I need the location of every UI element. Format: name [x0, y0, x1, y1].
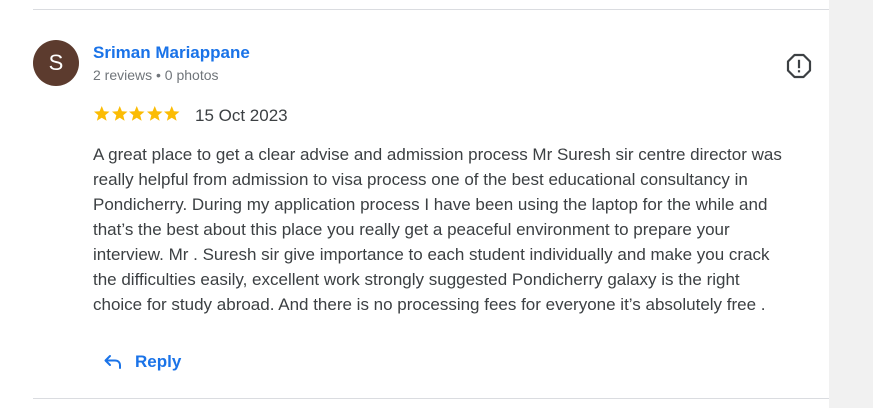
reply-arrow-icon — [104, 355, 121, 369]
review-text-line: the difficulties easily, excellent work … — [93, 270, 740, 289]
star-rating — [93, 105, 181, 122]
star-icon — [164, 106, 180, 121]
review-text: A great place to get a clear advise and … — [93, 142, 833, 317]
review-text-line: choice for study abroad. And there is no… — [93, 295, 766, 314]
review-text-line: Pondicherry. During my application proce… — [93, 195, 768, 214]
avatar[interactable]: S — [33, 40, 79, 86]
review-date: 15 Oct 2023 — [195, 106, 288, 125]
review-text-line: interview. Mr . Suresh sir give importan… — [93, 245, 770, 264]
bottom-divider — [33, 398, 829, 399]
review-text-line: really helpful from admission to visa pr… — [93, 170, 748, 189]
review-text-line: that’s the best about this place you rea… — [93, 220, 730, 239]
star-icon — [94, 106, 110, 121]
star-icon — [129, 106, 145, 121]
page: S Sriman Mariappane 2 reviews • 0 photos… — [0, 0, 873, 408]
side-panel-background — [829, 0, 873, 408]
reply-label: Reply — [135, 352, 182, 371]
author-meta: 2 reviews • 0 photos — [93, 67, 219, 83]
star-icon — [111, 106, 127, 121]
reply-button[interactable]: Reply — [103, 348, 181, 376]
review-text-line: A great place to get a clear advise and … — [93, 145, 782, 164]
report-button[interactable] — [786, 53, 812, 79]
report-icon — [786, 53, 812, 79]
author-name[interactable]: Sriman Mariappane — [93, 43, 250, 63]
review-card: S Sriman Mariappane 2 reviews • 0 photos… — [0, 0, 829, 408]
star-icon — [146, 106, 162, 121]
top-divider — [33, 9, 829, 10]
